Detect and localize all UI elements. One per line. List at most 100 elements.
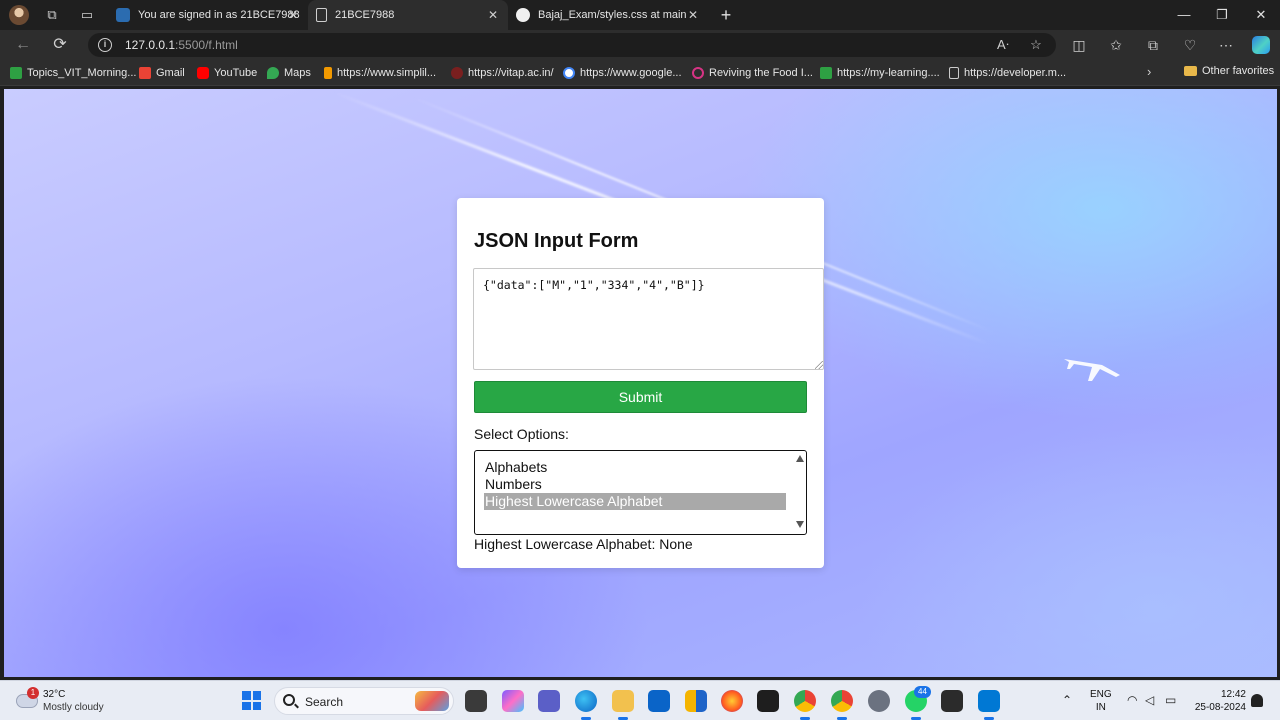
favorites-icon[interactable]: ✩	[1106, 35, 1126, 55]
file-explorer-icon[interactable]	[612, 690, 634, 720]
browser-essentials-icon[interactable]: ♡	[1180, 35, 1200, 55]
powerbi-icon[interactable]	[685, 690, 707, 712]
search-placeholder: Search	[305, 695, 344, 709]
wifi-icon[interactable]: ◠	[1127, 693, 1137, 707]
url-host: 127.0.0.1	[125, 38, 176, 52]
maps-pin-icon	[267, 67, 279, 79]
vitap-icon	[451, 67, 463, 79]
weather-temp: 32°C	[43, 689, 66, 700]
tab-signed-in[interactable]: You are signed in as 21BCE7988 ✕	[108, 0, 308, 30]
favorite-star-icon[interactable]: ☆	[1027, 36, 1045, 54]
address-bar[interactable]: i 127.0.0.1:5500/f.html Aᐧ ☆	[88, 33, 1056, 57]
more-menu-icon[interactable]: ⋯	[1216, 35, 1236, 55]
system-clock[interactable]: 12:42 25-08-2024	[1190, 688, 1246, 714]
tab-close-icon[interactable]: ✕	[488, 8, 498, 22]
chrome-profile-p-icon[interactable]	[794, 690, 816, 720]
tab-current-page[interactable]: 21BCE7988 ✕	[308, 0, 508, 30]
language-indicator[interactable]: ENG IN	[1090, 688, 1112, 714]
favorite-link[interactable]: https://www.simplil...	[324, 65, 436, 81]
battery-icon[interactable]: ▭	[1165, 693, 1176, 707]
favorite-link[interactable]: https://vitap.ac.in/	[451, 65, 554, 81]
youtube-icon	[197, 67, 209, 79]
close-window-button[interactable]: ✕	[1242, 0, 1280, 30]
edge-icon[interactable]	[575, 690, 597, 720]
tab-title: Bajaj_Exam/styles.css at main · PA	[538, 9, 688, 21]
favorite-link[interactable]: https://developer.m...	[949, 65, 1066, 81]
settings-gear-icon[interactable]	[868, 690, 890, 712]
tab-actions-icon[interactable]: ▭	[78, 6, 96, 24]
windows-start-icon[interactable]	[242, 691, 261, 710]
favorite-link[interactable]: YouTube	[197, 65, 257, 81]
taskbar-search[interactable]: Search	[274, 687, 454, 715]
github-icon	[516, 8, 530, 22]
weather-badge: 1	[27, 687, 39, 699]
favorite-link[interactable]: Topics_VIT_Morning...	[10, 65, 136, 81]
google-icon	[563, 67, 575, 79]
firefox-icon[interactable]	[721, 690, 743, 712]
weather-widget[interactable]: 1 32°C Mostly cloudy	[16, 687, 126, 715]
favorite-label: https://www.google...	[580, 67, 682, 79]
json-form-card: JSON Input Form Submit Select Options: A…	[457, 198, 824, 568]
terminal-icon[interactable]	[757, 690, 779, 712]
options-multiselect[interactable]: Alphabets Numbers Highest Lowercase Alph…	[474, 450, 807, 535]
copilot-app-icon[interactable]	[502, 690, 524, 712]
chevron-up-icon[interactable]: ⌃	[1062, 693, 1072, 707]
taskbar: 1 32°C Mostly cloudy Search 44 ⌃ ENG IN ◠…	[0, 680, 1280, 720]
lang-code: ENG	[1090, 689, 1112, 700]
workspaces-icon[interactable]: ⧉	[43, 6, 61, 24]
tab-close-icon[interactable]: ✕	[288, 8, 298, 22]
maximize-button[interactable]: ❐	[1203, 0, 1241, 30]
volume-icon[interactable]: ◁	[1145, 693, 1154, 707]
option-highest-lowercase[interactable]: Highest Lowercase Alphabet	[484, 493, 786, 510]
mail-icon[interactable]	[648, 690, 670, 712]
option-numbers[interactable]: Numbers	[484, 476, 786, 493]
teams-icon[interactable]	[538, 690, 560, 712]
clock-time: 12:42	[1220, 689, 1246, 700]
page-file-icon	[949, 67, 959, 79]
favorites-bar: Topics_VIT_Morning... Gmail YouTube Maps…	[0, 60, 1280, 86]
my-learning-icon	[820, 67, 832, 79]
new-tab-button[interactable]: +	[716, 5, 736, 25]
back-arrow-icon[interactable]: ←	[13, 35, 33, 55]
command-prompt-icon[interactable]	[941, 690, 963, 712]
collections-icon[interactable]: ⧉	[1143, 35, 1163, 55]
chrome-profile-c-icon[interactable]	[831, 690, 853, 720]
weather-desc: Mostly cloudy	[43, 702, 104, 713]
resize-handle[interactable]	[815, 361, 823, 369]
favorite-link[interactable]: https://my-learning....	[820, 65, 940, 81]
favorite-link[interactable]: Gmail	[139, 65, 185, 81]
vscode-icon[interactable]	[978, 690, 1000, 720]
task-view-icon[interactable]	[465, 690, 487, 712]
gmail-icon	[139, 67, 151, 79]
json-input[interactable]	[473, 268, 824, 370]
favorite-label: Reviving the Food I...	[709, 67, 813, 79]
option-alphabets[interactable]: Alphabets	[484, 459, 786, 476]
favorite-link[interactable]: Maps	[267, 65, 311, 81]
site-info-icon[interactable]: i	[98, 38, 112, 52]
refresh-icon[interactable]: ⟳	[50, 35, 70, 55]
read-aloud-icon[interactable]: Aᐧ	[994, 36, 1012, 54]
chevron-right-icon[interactable]: ›	[1147, 64, 1151, 79]
tab-github[interactable]: Bajaj_Exam/styles.css at main · PA ✕	[508, 0, 708, 30]
region-code: IN	[1095, 702, 1106, 713]
tab-close-icon[interactable]: ✕	[688, 8, 698, 22]
search-highlight-icon	[415, 691, 449, 711]
split-screen-icon[interactable]: ◫	[1069, 35, 1089, 55]
scroll-up-arrow-icon[interactable]	[796, 455, 804, 462]
folder-icon	[1184, 66, 1197, 76]
copilot-icon[interactable]	[1252, 36, 1270, 54]
favorite-link[interactable]: https://www.google...	[563, 65, 682, 81]
scroll-down-arrow-icon[interactable]	[796, 521, 804, 528]
reviving-food-icon	[692, 67, 704, 79]
minimize-button[interactable]: —	[1165, 0, 1203, 30]
page-viewport: JSON Input Form Submit Select Options: A…	[4, 89, 1277, 677]
submit-button[interactable]: Submit	[474, 381, 807, 413]
profile-avatar[interactable]	[9, 5, 29, 25]
favorite-link[interactable]: Reviving the Food I...	[692, 65, 813, 81]
notification-bell-icon[interactable]	[1251, 694, 1263, 707]
other-favorites-label: Other favorites	[1202, 65, 1275, 77]
url-text[interactable]: 127.0.0.1:5500/f.html	[125, 38, 238, 52]
whatsapp-badge: 44	[914, 686, 931, 698]
favorite-label: Topics_VIT_Morning...	[27, 67, 137, 79]
other-favorites-folder[interactable]: Other favorites	[1184, 65, 1274, 77]
